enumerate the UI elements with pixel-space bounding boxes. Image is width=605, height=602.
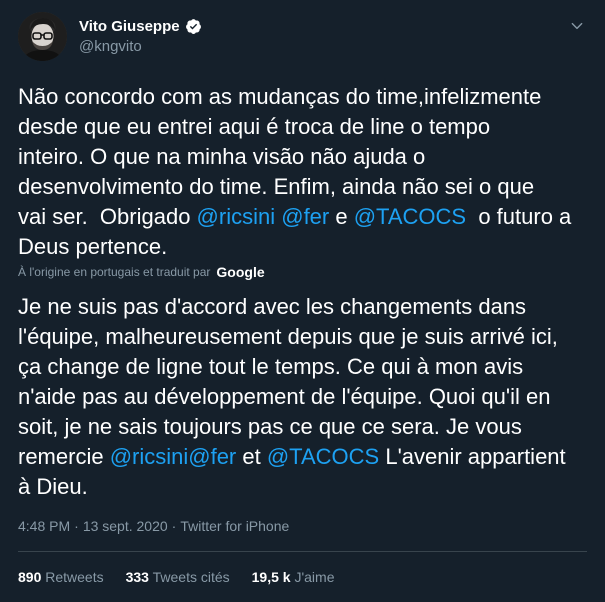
translated-line: Je ne suis pas d'accord avec les changem…	[18, 294, 527, 319]
translated-line: ça change de ligne tout le temps. Ce qui…	[18, 354, 524, 379]
translated-line: soit, je ne sais toujours pas ce que ce …	[18, 414, 522, 439]
tweet-source[interactable]: Twitter for iPhone	[180, 518, 289, 534]
likes-label: J'aime	[294, 569, 335, 585]
tweet-stats: 890 Retweets 333 Tweets cités 19,5 k J'a…	[18, 569, 335, 585]
translated-text-segment: et	[236, 444, 267, 469]
mention-link[interactable]: @fer	[188, 444, 236, 469]
original-line: Deus pertence.	[18, 234, 168, 259]
original-line: desde que eu entrei aqui é troca de line…	[18, 114, 491, 139]
retweets-stat[interactable]: 890 Retweets	[18, 569, 104, 585]
original-line: desenvolvimento do time. Enfim, ainda nã…	[18, 174, 535, 199]
avatar[interactable]	[18, 12, 67, 61]
mention-link[interactable]: @fer	[281, 204, 329, 229]
translated-line: à Dieu.	[18, 474, 88, 499]
mention-link[interactable]: @TACOCS	[267, 444, 379, 469]
author-block: Vito Giuseppe @kngvito	[79, 18, 202, 55]
avatar-photo-icon	[18, 12, 67, 61]
tweet-time[interactable]: 4:48 PM	[18, 518, 70, 534]
tweet-meta: 4:48 PM · 13 sept. 2020 · Twitter for iP…	[18, 518, 289, 534]
original-line: Não concordo com as mudanças do time,inf…	[18, 84, 542, 109]
verified-badge-icon	[185, 18, 202, 35]
meta-separator: ·	[74, 518, 79, 534]
display-name[interactable]: Vito Giuseppe	[79, 18, 180, 35]
original-text-segment: e	[329, 204, 354, 229]
mention-link[interactable]: @ricsini	[110, 444, 189, 469]
meta-separator: ·	[171, 518, 177, 534]
translation-note: À l'origine en portugais et traduit par …	[18, 264, 265, 280]
original-text-segment: o futuro a	[466, 204, 572, 229]
translated-line: remercie @ricsini@fer et @TACOCS L'aveni…	[18, 442, 590, 472]
mention-link[interactable]: @TACOCS	[354, 204, 466, 229]
name-row: Vito Giuseppe	[79, 18, 202, 35]
likes-count: 19,5 k	[251, 569, 291, 585]
quotes-stat[interactable]: 333 Tweets cités	[126, 569, 230, 585]
chevron-down-icon	[571, 22, 583, 30]
original-text-segment: vai ser. Obrigado	[18, 204, 197, 229]
tweet-original-text: Não concordo com as mudanças do time,inf…	[18, 82, 590, 262]
handle[interactable]: @kngvito	[79, 38, 202, 55]
mention-link[interactable]: @ricsini	[197, 204, 276, 229]
retweets-count: 890	[18, 569, 42, 585]
tweet-menu-button[interactable]	[567, 16, 587, 36]
google-logo[interactable]: Google	[216, 264, 264, 280]
translation-note-text: À l'origine en portugais et traduit par	[18, 265, 211, 279]
translated-line: n'aide pas au développement de l'équipe.…	[18, 384, 551, 409]
tweet-translated-text: Je ne suis pas d'accord avec les changem…	[18, 292, 590, 502]
translated-text-segment: remercie	[18, 444, 110, 469]
original-line: vai ser. Obrigado @ricsini @fer e @TACOC…	[18, 202, 590, 232]
likes-stat[interactable]: 19,5 k J'aime	[252, 569, 335, 585]
retweets-label: Retweets	[45, 569, 104, 585]
tweet-date[interactable]: 13 sept. 2020	[83, 518, 168, 534]
translated-text-segment: L'avenir appartient	[379, 444, 566, 469]
quotes-count: 333	[125, 569, 149, 585]
tweet-card: Vito Giuseppe @kngvito Não concordo com …	[0, 0, 605, 602]
quotes-label: Tweets cités	[152, 569, 230, 585]
divider	[18, 551, 587, 552]
translated-line: l'équipe, malheureusement depuis que je …	[18, 324, 558, 349]
original-line: inteiro. O que na minha visão não ajuda …	[18, 144, 426, 169]
